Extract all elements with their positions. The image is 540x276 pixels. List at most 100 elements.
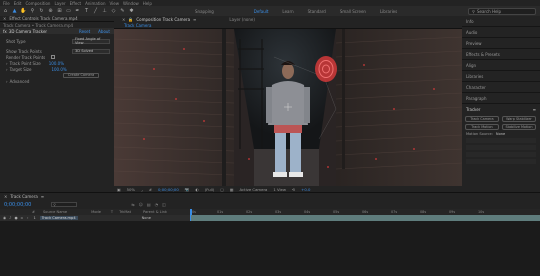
camera-select[interactable]: Active Camera [239,187,267,192]
always-preview-icon[interactable]: ▣ [117,187,121,192]
track-motion-button[interactable]: Track Motion [465,124,499,130]
about-link[interactable]: About [98,29,110,34]
layer-tab[interactable]: Layer (none) [229,17,255,22]
menu-icon[interactable]: ≡ [193,17,196,22]
type-tool-icon[interactable]: T [83,8,90,15]
fx-badge-icon: fx [3,28,7,34]
transparency-grid-icon[interactable]: ▦ [230,187,234,192]
timecode-display[interactable]: 0;00;00;00 [158,187,179,192]
workspace-default[interactable]: Default [254,9,269,14]
track-point-size-value[interactable]: 100.0% [49,61,64,66]
snapshot-icon[interactable]: 📷 [185,187,190,192]
workspace-small-screen[interactable]: Small Screen [340,9,366,14]
show-track-points-select[interactable]: 3D Solved [72,48,110,54]
graph-editor-icon[interactable]: ◫ [162,202,166,207]
eraser-tool-icon[interactable]: ◇ [110,8,117,15]
workspace-libraries[interactable]: Libraries [380,9,397,14]
clone-tool-icon[interactable]: ⊥ [101,8,108,15]
chevron-right-icon[interactable]: › [6,61,8,66]
roto-tool-icon[interactable]: ✎ [119,8,126,15]
menu-help[interactable]: Help [143,1,152,6]
close-icon[interactable]: × [3,16,6,21]
paragraph-panel-tab[interactable]: Paragraph [462,93,540,104]
col-parent: Parent & Link [143,210,167,214]
preview-panel-tab[interactable]: Preview [462,38,540,49]
libraries-panel-tab[interactable]: Libraries [462,71,540,82]
workspace-standard[interactable]: Standard [308,9,326,14]
camera-tool-icon[interactable]: ⊕ [47,8,54,15]
selection-tool-icon[interactable]: ▲ [11,8,18,15]
expand-chevron-icon[interactable]: › [27,216,28,220]
search-help-input[interactable]: ⚲ Search Help [468,7,536,15]
tracker-panel-title: Tracker ≡ [462,104,540,115]
close-icon[interactable]: × [122,17,125,22]
workspace-learn[interactable]: Learn [282,9,293,14]
character-panel-tab[interactable]: Character [462,82,540,93]
menu-icon[interactable]: ≡ [41,194,44,199]
close-icon[interactable]: × [4,194,7,199]
view-layout-select[interactable]: 1 View [273,187,286,192]
home-icon[interactable]: ⌂ [2,8,9,15]
reset-link[interactable]: Reset [79,29,90,34]
shot-type-select[interactable]: Fixed Angle of View [72,37,110,45]
chevron-right-icon[interactable]: › [6,67,8,72]
timeline-tab[interactable]: × Track Camera ≡ [0,193,540,200]
menu-icon[interactable]: ≡ [533,107,536,112]
region-icon[interactable]: ▢ [220,187,224,192]
menu-effect[interactable]: Effect [70,1,82,6]
warp-stabilizer-button[interactable]: Warp Stabilizer [502,116,536,122]
rectangle-tool-icon[interactable]: ▭ [65,8,72,15]
align-panel-tab[interactable]: Align [462,60,540,71]
pen-tool-icon[interactable]: ✒ [74,8,81,15]
audio-icon[interactable]: ♪ [9,216,11,220]
zoom-select[interactable]: 50% [127,187,135,192]
motion-source-select[interactable]: None [496,132,505,136]
target-size-label: Target Size [9,66,32,72]
timeline-controls: 0;00;00;00 ⚲ ⇆ ☺ ▤ ◔ ◫ [0,200,540,209]
menu-window[interactable]: Window [123,1,139,6]
solo-icon[interactable]: ● [14,216,17,220]
lock-icon[interactable]: 🔒 [128,17,133,22]
render-track-points-checkbox[interactable] [51,55,56,59]
footage-frame[interactable] [114,29,462,186]
menu-layer[interactable]: Layer [54,1,65,6]
layer-parent-select[interactable]: None [142,216,151,220]
warp-stabilizer-label: Warp Stabilizer [506,117,532,121]
shy-icon[interactable]: ☺ [139,202,143,207]
puppet-tool-icon[interactable]: ✱ [128,8,135,15]
motion-blur-icon[interactable]: ◔ [155,202,159,207]
menu-file[interactable]: File [3,1,10,6]
grid-icon[interactable]: # [149,187,152,192]
snapping-label[interactable]: Snapping [195,9,214,14]
stabilize-motion-button[interactable]: Stabilize Motion [502,124,536,130]
menu-composition[interactable]: Composition [25,1,50,6]
fit-icon[interactable]: ⌟ [141,187,143,192]
eye-icon[interactable]: ◉ [3,216,6,220]
resolution-select[interactable]: (Full) [205,187,214,192]
menu-animation[interactable]: Animation [85,1,105,6]
layer-name[interactable]: Track Camera.mp4 [39,216,78,220]
audio-panel-tab[interactable]: Audio [462,27,540,38]
target-size-value[interactable]: 100.0% [51,67,66,72]
menu-edit[interactable]: Edit [14,1,22,6]
advanced-row[interactable]: › Advanced [0,78,114,84]
frame-blending-icon[interactable]: ▤ [147,202,151,207]
track-camera-button[interactable]: Track Camera [465,116,499,122]
lock-icon[interactable]: ▫ [21,216,23,220]
channel-icon[interactable]: ◐ [196,187,199,192]
info-panel-tab[interactable]: Info [462,16,540,27]
composition-flowchart-icon[interactable]: ⇆ [131,202,134,207]
pan-behind-tool-icon[interactable]: ⊞ [56,8,63,15]
reset-exposure-icon[interactable]: ⟲ [292,187,295,192]
menu-view[interactable]: View [110,1,120,6]
timeline-search-input[interactable]: ⚲ [51,202,78,207]
zoom-tool-icon[interactable]: ⚲ [29,8,36,15]
timeline-timecode[interactable]: 0;00;00;00 [4,202,31,208]
hand-tool-icon[interactable]: ✋ [20,8,27,15]
create-camera-button[interactable]: Create Camera [63,72,99,78]
exposure-value[interactable]: +0.0 [301,187,310,192]
rotate-tool-icon[interactable]: ↻ [38,8,45,15]
composition-tab[interactable]: Composition Track Camera [136,17,190,22]
effects-presets-panel-tab[interactable]: Effects & Presets [462,49,540,60]
brush-tool-icon[interactable]: ╱ [92,8,99,15]
